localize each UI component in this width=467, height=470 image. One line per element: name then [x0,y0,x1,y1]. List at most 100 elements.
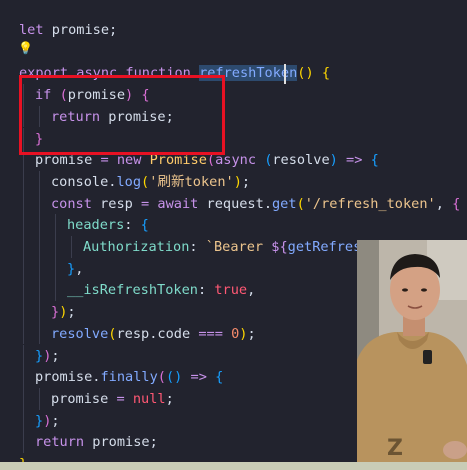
code-token: ; [165,390,174,407]
code-token: promise [92,434,150,451]
code-token: async [215,152,265,169]
code-token: = [100,152,109,169]
code-token: true [214,282,248,299]
indent-guide [23,366,24,388]
indent-guide [23,344,24,367]
indent-guide [55,236,56,258]
code-token: } [35,347,44,364]
code-line[interactable]: headers: { [67,214,149,236]
code-token: await [157,195,207,212]
code-token: ) [233,173,242,190]
code-token: ; [241,173,251,190]
code-token: promise [35,369,93,386]
indent-guide [23,127,24,150]
code-token: Authorization [83,239,190,255]
indent-guide [39,105,40,128]
code-token: promise [35,152,101,169]
code-token: '刷新token' [149,173,234,190]
code-token: console [51,173,109,190]
code-token: __isRefreshToken [67,282,198,299]
code-token: ( [206,152,216,169]
code-token: { [215,369,224,386]
indent-guide [23,322,24,345]
code-token: if [35,87,60,104]
code-line[interactable]: if (promise) { [35,84,150,106]
code-token: () [297,65,314,82]
code-token: ${ [271,239,288,255]
indent-guide [23,431,24,453]
code-token: ( [59,87,68,104]
code-line[interactable]: console.log('刷新token'); [51,171,250,193]
code-line[interactable]: }); [51,301,76,323]
indent-guide [23,170,24,193]
code-token: } [35,130,44,147]
indent-guide [23,301,24,323]
code-line[interactable]: promise.finally(() => { [35,366,223,388]
code-line[interactable]: resolve(resp.code === 0); [51,323,256,345]
code-line[interactable]: }, [67,258,83,280]
code-token: return [51,108,109,125]
code-token: let [19,22,44,38]
code-token: get [272,195,297,212]
code-token: finally [100,369,158,386]
code-token: { [141,87,150,104]
indent-guide [23,387,24,410]
code-token: , [247,282,256,299]
code-token: = [141,195,158,212]
code-token: resp [100,195,142,212]
code-line[interactable]: promise = new Promise(async (resolve) =>… [35,149,379,171]
indent-guide [39,301,40,323]
indent-guide [23,409,24,432]
bottom-strip [0,462,467,470]
code-token: Promise [149,152,207,169]
code-line[interactable]: return promise; [35,431,158,453]
indent-guide [55,279,56,302]
code-token: ; [247,325,256,342]
code-line[interactable]: let promise; [19,19,117,41]
code-token: { [140,217,149,234]
code-line[interactable]: }); [35,410,60,432]
code-token: === [198,325,232,342]
indent-guide [23,192,24,215]
code-token: new [108,152,150,169]
code-token: ( [141,173,150,190]
indent-guide [23,236,24,258]
code-token: resp [116,325,150,342]
code-token: export async function [19,65,200,82]
code-line[interactable]: }); [35,345,60,367]
code-token: { [321,65,331,82]
code-line[interactable]: __isRefreshToken: true, [67,279,255,301]
code-line[interactable]: promise = null; [51,388,174,410]
shirt-print: Z [387,436,403,461]
code-line[interactable]: } [19,453,27,462]
webcam-overlay: Z [357,240,467,462]
presenter-figure: Z [357,240,467,462]
code-token: . [263,195,272,212]
code-token: resolve [51,325,109,342]
indent-guide [23,149,24,171]
code-line[interactable]: } [35,128,43,150]
code-token: } [51,304,60,321]
lightbulb-icon[interactable]: 💡 [18,41,33,55]
indent-guide [39,170,40,193]
code-line[interactable]: Authorization: `Bearer ${getRefreshT [83,236,378,258]
code-token: return [35,434,93,451]
code-token: => [337,152,363,169]
indent-guide [23,257,24,280]
code-token: resolve [272,152,330,169]
indent-guide [71,236,72,258]
code-token: promise [51,390,117,407]
indent-guide [39,387,40,410]
code-token: , [75,260,84,277]
code-token: const [51,195,101,212]
code-line[interactable]: return promise; [51,106,174,128]
code-token: { [452,195,461,212]
code-token: request [206,195,264,212]
code-line[interactable]: const resp = await request.get('/refresh… [51,193,460,215]
code-token: } [35,412,44,429]
code-token: : [124,217,141,234]
indent-guide [23,105,24,128]
indent-guide [39,279,40,302]
